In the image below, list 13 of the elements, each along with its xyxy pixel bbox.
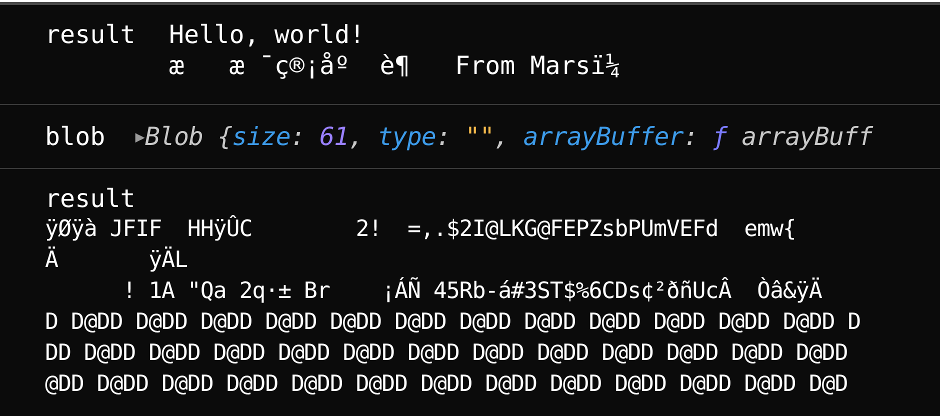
object-preview: Blob {size: 61, type: "", arrayBuffer: ƒ arrayBuff — [144, 120, 873, 153]
log-text: Hello, world! — [169, 19, 366, 50]
log-text: D D@DD D@DD D@DD D@DD D@DD D@DD D@DD D@DD D@DD D@DD D@DD D@DD D — [45, 308, 862, 337]
log-label: blob — [45, 120, 106, 153]
log-text: DD D@DD D@DD D@DD D@DD D@DD D@DD D@DD D@DD D@DD D@DD D@DD D@DD — [45, 339, 849, 368]
log-text: Ä ÿÄL — [45, 246, 188, 275]
log-text: æ æ ¯ç®¡åº è¶ From Marsï¼ — [169, 50, 621, 81]
log-text: ! 1A "Qa 2q·± Br ¡ÁÑ 45Rb-á#3ST$%6CDs¢²ðñUcÂ Òâ&ÿÄ — [122, 276, 823, 306]
log-text: @DD D@DD D@DD D@DD D@DD D@DD D@DD D@DD D@DD D@DD D@DD D@DD D@D — [45, 370, 849, 399]
log-text: ÿØÿà JFIF HHÿÛC 2! =,.$2I@LKG@FEPZsbPUmVEFd emw{ — [45, 214, 797, 244]
log-label: result — [45, 183, 136, 214]
expand-toggle[interactable]: ▶ — [135, 124, 145, 148]
log-label: result — [45, 19, 136, 51]
